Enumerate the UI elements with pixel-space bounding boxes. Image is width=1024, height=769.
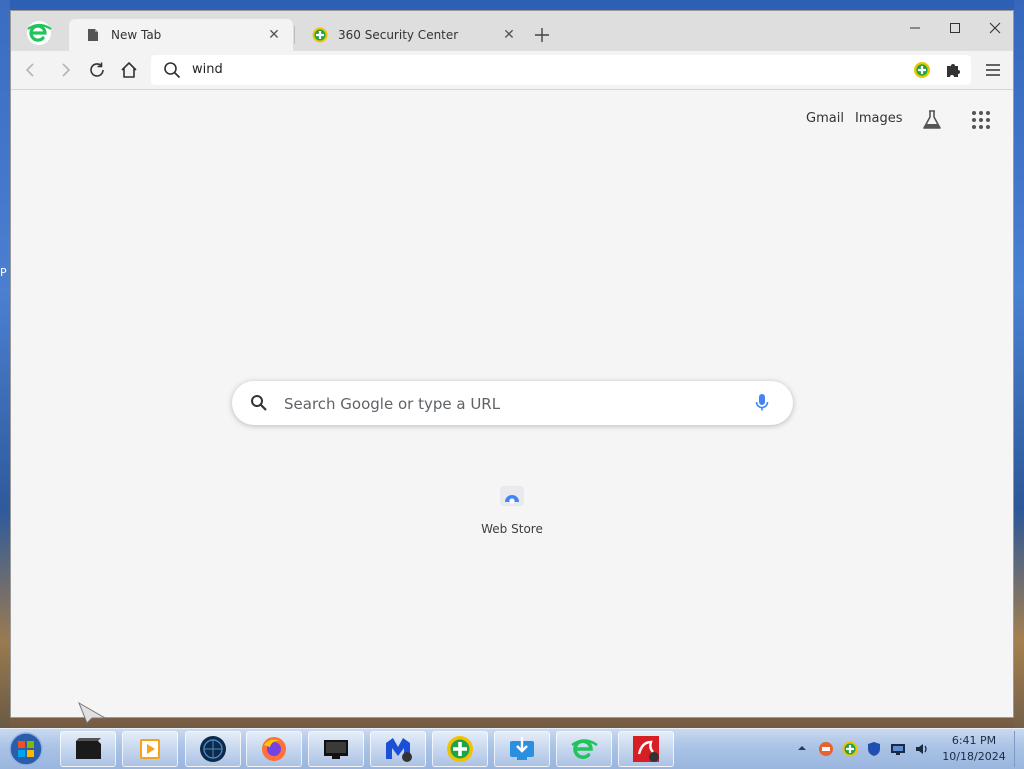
start-button[interactable] bbox=[6, 731, 46, 767]
reload-button[interactable] bbox=[85, 58, 109, 82]
tab-new-tab[interactable]: New Tab ✕ bbox=[69, 19, 293, 51]
home-button[interactable] bbox=[117, 58, 141, 82]
360-security-icon bbox=[312, 27, 328, 43]
download-icon bbox=[510, 737, 534, 760]
google-search-box[interactable]: Search Google or type a URL bbox=[232, 381, 793, 425]
menu-icon[interactable] bbox=[983, 60, 1003, 80]
red-app-icon bbox=[633, 736, 659, 762]
clock-date: 10/18/2024 bbox=[942, 750, 1006, 763]
flask-icon[interactable] bbox=[921, 109, 943, 131]
taskbar-app-monitor[interactable] bbox=[308, 731, 364, 767]
monitor-icon bbox=[324, 740, 348, 759]
tray-orange-icon[interactable] bbox=[818, 741, 834, 757]
shortcut-label: Web Store bbox=[481, 522, 543, 536]
mouse-cursor-icon bbox=[78, 702, 106, 724]
system-clock[interactable]: 6:41 PM 10/18/2024 bbox=[938, 733, 1010, 765]
search-icon bbox=[251, 395, 267, 411]
media-player-icon bbox=[140, 739, 160, 759]
taskbar-app-360-security[interactable] bbox=[432, 731, 488, 767]
home-icon bbox=[121, 62, 137, 78]
web-store-icon bbox=[500, 486, 524, 506]
microphone-icon[interactable] bbox=[754, 393, 770, 413]
360-security-tray-icon[interactable] bbox=[842, 741, 858, 757]
browser-window: New Tab ✕ 360 Security Center ✕ wind Gma… bbox=[10, 10, 1014, 718]
browser-e-icon bbox=[571, 739, 598, 759]
taskbar-app-malwarebytes[interactable] bbox=[370, 731, 426, 767]
address-input[interactable]: wind bbox=[192, 62, 223, 77]
new-tab-page: Gmail Images Search Google or type a URL… bbox=[11, 90, 1013, 717]
taskbar-app-firefox[interactable] bbox=[246, 731, 302, 767]
taskbar: 6:41 PM 10/18/2024 bbox=[0, 728, 1024, 769]
taskbar-app-download[interactable] bbox=[494, 731, 550, 767]
taskbar-app-terminal[interactable] bbox=[60, 731, 116, 767]
document-icon bbox=[85, 27, 101, 43]
desktop-right-edge bbox=[1014, 0, 1024, 728]
firefox-icon bbox=[262, 737, 286, 761]
taskbar-app-globe[interactable] bbox=[185, 731, 241, 767]
tab-360-security-center[interactable]: 360 Security Center ✕ bbox=[296, 19, 528, 51]
maximize-button[interactable] bbox=[935, 17, 975, 39]
taskbar-app-media-player[interactable] bbox=[122, 731, 178, 767]
chevron-up-icon[interactable] bbox=[796, 742, 808, 754]
desktop-left-edge bbox=[0, 0, 10, 728]
desktop-fragment: P bbox=[0, 266, 7, 279]
clock-time: 6:41 PM bbox=[951, 734, 997, 747]
images-link[interactable]: Images bbox=[855, 111, 903, 126]
close-icon[interactable]: ✕ bbox=[265, 26, 283, 44]
360-security-icon bbox=[447, 736, 473, 762]
address-bar[interactable]: wind bbox=[151, 55, 971, 85]
close-icon[interactable]: ✕ bbox=[500, 26, 518, 44]
arrow-right-icon bbox=[62, 63, 71, 77]
volume-icon[interactable] bbox=[914, 741, 930, 757]
show-desktop-button[interactable] bbox=[1014, 731, 1023, 767]
shortcut-web-store[interactable]: Web Store bbox=[472, 470, 552, 550]
title-bar: New Tab ✕ 360 Security Center ✕ bbox=[11, 11, 1013, 51]
terminal-icon bbox=[76, 738, 101, 759]
arrow-left-icon bbox=[25, 63, 34, 77]
reload-icon bbox=[90, 62, 104, 77]
browser-toolbar: wind bbox=[11, 51, 1013, 90]
back-button[interactable] bbox=[19, 58, 43, 82]
forward-button[interactable] bbox=[53, 58, 77, 82]
tab-separator bbox=[294, 26, 295, 44]
globe-icon bbox=[200, 736, 226, 762]
close-window-button[interactable] bbox=[975, 17, 1015, 39]
malwarebytes-icon bbox=[386, 738, 412, 762]
network-icon[interactable] bbox=[890, 741, 906, 757]
360-extension-icon[interactable] bbox=[913, 61, 931, 79]
new-tab-button[interactable] bbox=[532, 25, 552, 45]
gmail-link[interactable]: Gmail bbox=[806, 111, 844, 126]
taskbar-app-red[interactable] bbox=[618, 731, 674, 767]
puzzle-icon[interactable] bbox=[944, 61, 962, 79]
browser-logo-icon[interactable] bbox=[25, 19, 53, 47]
taskbar-app-browser[interactable] bbox=[556, 731, 612, 767]
apps-grid-icon[interactable] bbox=[971, 110, 991, 130]
tab-title: New Tab bbox=[111, 28, 162, 42]
shield-icon[interactable] bbox=[866, 741, 882, 757]
tab-title: 360 Security Center bbox=[338, 28, 459, 42]
search-icon bbox=[164, 62, 181, 79]
minimize-button[interactable] bbox=[895, 17, 935, 39]
search-placeholder: Search Google or type a URL bbox=[284, 395, 501, 413]
